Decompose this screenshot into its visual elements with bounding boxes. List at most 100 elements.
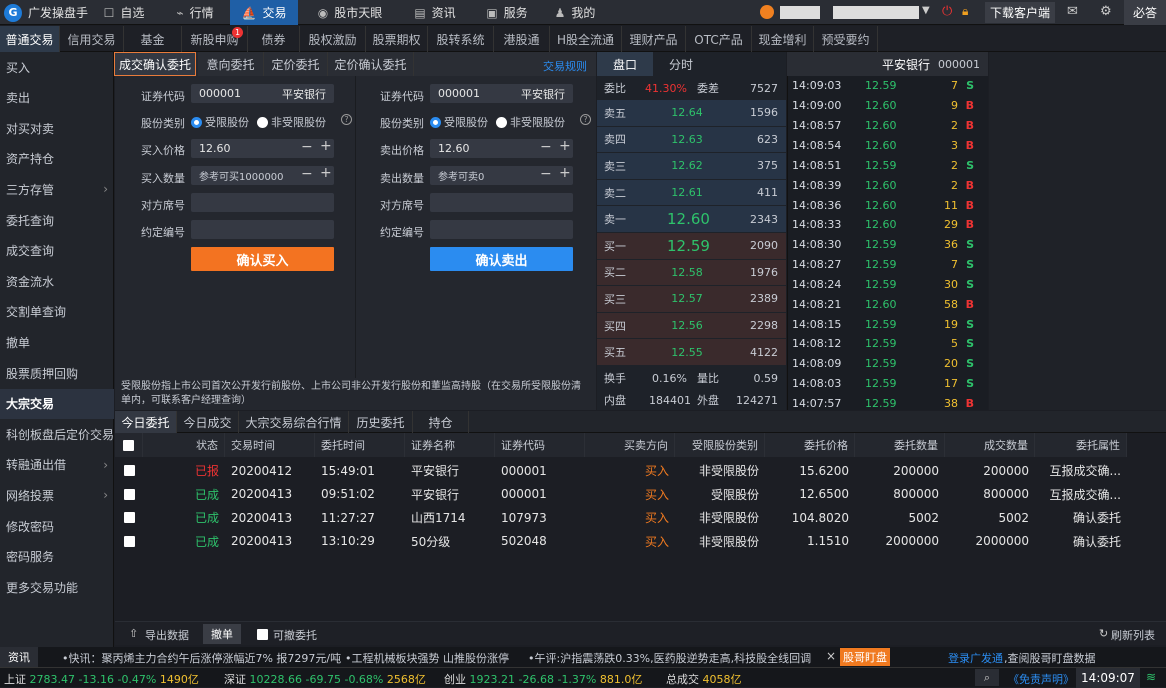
tab-tender-offer[interactable]: 预受要约 bbox=[814, 26, 878, 52]
non-restricted-radio[interactable]: 非受限股份 bbox=[496, 114, 565, 130]
sidebar-item[interactable]: 委托查询 bbox=[0, 205, 114, 235]
order-book-row[interactable]: 卖四 12.63 623 bbox=[597, 126, 786, 153]
nav-skyeye[interactable]: ◉ 股市天眼 bbox=[305, 0, 395, 25]
stock-watch-tag[interactable]: 股哥盯盘 bbox=[840, 648, 890, 666]
table-row[interactable]: 已成 20200413 13:10:29 50分级 502048 买入 非受限股份 1.151… bbox=[115, 530, 1166, 554]
tab-credit-trade[interactable]: 信用交易 bbox=[60, 26, 124, 52]
tab-neeq[interactable]: 股转系统 bbox=[428, 26, 494, 52]
sh-index[interactable]: 上证 2783.47 -13.16 -0.47% 1490亿 bbox=[4, 671, 199, 687]
tab-fund[interactable]: 基金 bbox=[124, 26, 182, 52]
sidebar-item[interactable]: 更多交易功能 bbox=[0, 572, 114, 602]
tab-fixed-price-order[interactable]: 定价委托 bbox=[264, 52, 328, 76]
column-header[interactable]: 状态 bbox=[143, 433, 225, 457]
row-checkbox[interactable] bbox=[123, 465, 135, 477]
mail-icon[interactable]: ✉ bbox=[1067, 4, 1078, 19]
cancelable-checkbox[interactable] bbox=[257, 629, 268, 640]
minus-icon[interactable]: − bbox=[301, 166, 313, 182]
counterparty-seat-input[interactable] bbox=[430, 193, 573, 212]
tab-deal-confirm-order[interactable]: 成交确认委托 bbox=[114, 52, 196, 76]
lock-icon[interactable]: 🔒︎ bbox=[962, 4, 968, 19]
tab-stock-options[interactable]: 股票期权 bbox=[366, 26, 428, 52]
tab-ipo[interactable]: 新股申购 1 bbox=[182, 26, 248, 52]
contract-number-input[interactable] bbox=[430, 220, 573, 239]
sz-index[interactable]: 深证 10228.66 -69.75 -0.68% 2568亿 bbox=[224, 671, 426, 687]
cy-index[interactable]: 创业 1923.21 -26.68 -1.37% 881.0亿 bbox=[444, 671, 642, 687]
sidebar-item[interactable]: 卖出 bbox=[0, 83, 114, 113]
sidebar-item[interactable]: 对买对卖 bbox=[0, 113, 114, 143]
news-item[interactable]: •工程机械板块强势 山推股份涨停 bbox=[345, 650, 509, 666]
minus-icon[interactable]: − bbox=[540, 166, 552, 182]
tab-history-orders[interactable]: 历史委托 bbox=[349, 411, 413, 433]
tab-hk-connect[interactable]: 港股通 bbox=[494, 26, 550, 52]
nav-watchlist[interactable]: ☐ 自选 bbox=[92, 0, 156, 25]
column-header[interactable]: 成交数量 bbox=[945, 433, 1035, 457]
order-book-row[interactable]: 卖二 12.61 411 bbox=[597, 179, 786, 206]
order-book-row[interactable]: 买三 12.57 2389 bbox=[597, 286, 786, 312]
tab-bond[interactable]: 债券 bbox=[248, 26, 300, 52]
table-row[interactable]: 已报 20200412 15:49:01 平安银行 000001 买入 非受限股份 15.62… bbox=[115, 459, 1166, 483]
tab-equity-incentive[interactable]: 股权激励 bbox=[300, 26, 366, 52]
download-client-button[interactable]: 下载客户端 bbox=[985, 2, 1055, 23]
order-book-row[interactable]: 卖三 12.62 375 bbox=[597, 153, 786, 179]
help-icon[interactable]: ? bbox=[341, 114, 352, 125]
sell-submit-button[interactable]: 确认卖出 bbox=[430, 247, 573, 271]
sidebar-item[interactable]: 撤单 bbox=[0, 327, 114, 357]
select-all-checkbox[interactable] bbox=[123, 439, 134, 451]
plus-icon[interactable]: + bbox=[559, 138, 571, 154]
sidebar-item[interactable]: 科创板盘后定价交易 bbox=[0, 419, 114, 449]
search-icon[interactable]: ⌕ bbox=[975, 669, 999, 686]
order-book-row[interactable]: 买一 12.59 2090 bbox=[597, 233, 786, 259]
chevron-down-icon[interactable]: ▼ bbox=[922, 5, 930, 16]
export-data-button[interactable]: 导出数据 bbox=[145, 627, 189, 643]
column-header[interactable]: 买卖方向 bbox=[585, 433, 675, 457]
column-header[interactable]: 委托价格 bbox=[765, 433, 855, 457]
order-book-row[interactable]: 卖一 12.60 2343 bbox=[597, 206, 786, 232]
sidebar-item[interactable]: 成交查询 bbox=[0, 236, 114, 266]
sidebar-item[interactable]: 资金流水 bbox=[0, 266, 114, 296]
security-code-input[interactable]: 000001 平安银行 bbox=[430, 84, 573, 103]
non-restricted-radio[interactable]: 非受限股份 bbox=[257, 114, 326, 130]
tab-otc[interactable]: OTC产品 bbox=[686, 26, 752, 52]
buy-submit-button[interactable]: 确认买入 bbox=[191, 247, 334, 271]
tab-wealth[interactable]: 理财产品 bbox=[622, 26, 686, 52]
tab-order-book[interactable]: 盘口 bbox=[597, 52, 653, 76]
nav-mine[interactable]: ♟ 我的 bbox=[545, 0, 605, 25]
gear-icon[interactable]: ⚙ bbox=[1100, 4, 1112, 19]
tab-h-share[interactable]: H股全流通 bbox=[550, 26, 622, 52]
account-selector[interactable]: ●●●●●●●●●●● bbox=[833, 6, 919, 19]
minus-icon[interactable]: − bbox=[540, 139, 552, 155]
refresh-list-button[interactable]: 刷新列表 bbox=[1111, 627, 1155, 643]
close-icon[interactable]: × bbox=[826, 649, 836, 663]
sidebar-item[interactable]: 修改密码 bbox=[0, 511, 114, 541]
row-checkbox[interactable] bbox=[123, 488, 135, 500]
tab-cash-plus[interactable]: 现金增利 bbox=[752, 26, 814, 52]
restricted-radio[interactable]: 受限股份 bbox=[191, 114, 249, 130]
news-item[interactable]: •午评:沪指震荡跌0.33%,医药股逆势走高,科技股全线回调 bbox=[528, 650, 818, 666]
sidebar-item[interactable]: 三方存管 › bbox=[0, 174, 114, 204]
help-icon[interactable]: ? bbox=[580, 114, 591, 125]
order-book-row[interactable]: 买五 12.55 4122 bbox=[597, 339, 786, 365]
plus-icon[interactable]: + bbox=[559, 165, 571, 181]
login-gf-link[interactable]: 登录广发通 bbox=[948, 650, 1003, 666]
sidebar-item[interactable]: 密码服务 bbox=[0, 542, 114, 572]
trade-rules-link[interactable]: 交易规则 bbox=[543, 58, 587, 74]
disclaimer-link[interactable]: 《免责声明》 bbox=[1008, 671, 1074, 687]
order-book-row[interactable]: 卖五 12.64 1596 bbox=[597, 100, 786, 126]
tab-today-orders[interactable]: 今日委托 bbox=[115, 411, 177, 433]
column-header[interactable]: 委托时间 bbox=[315, 433, 405, 457]
order-book-row[interactable]: 买四 12.56 2298 bbox=[597, 312, 786, 339]
nav-trade[interactable]: ⛵ 交易 bbox=[230, 0, 298, 25]
nav-news[interactable]: ▤ 资讯 bbox=[400, 0, 470, 25]
refresh-icon[interactable]: ↻ bbox=[1099, 627, 1108, 640]
must-answer-button[interactable]: 必答 bbox=[1124, 0, 1166, 25]
sidebar-item[interactable]: 网络投票 › bbox=[0, 480, 114, 510]
column-header[interactable]: 委托数量 bbox=[855, 433, 945, 457]
plus-icon[interactable]: + bbox=[320, 138, 332, 154]
column-header[interactable]: 交易时间 bbox=[225, 433, 315, 457]
tab-block-trade-market[interactable]: 大宗交易综合行情 bbox=[239, 411, 349, 433]
nav-market[interactable]: ⌁ 行情 bbox=[160, 0, 230, 25]
tab-normal-trade[interactable]: 普通交易 bbox=[0, 26, 60, 52]
column-header[interactable]: 委托属性 bbox=[1035, 433, 1127, 457]
sidebar-item[interactable]: 股票质押回购 bbox=[0, 358, 114, 388]
contract-number-input[interactable] bbox=[191, 220, 334, 239]
